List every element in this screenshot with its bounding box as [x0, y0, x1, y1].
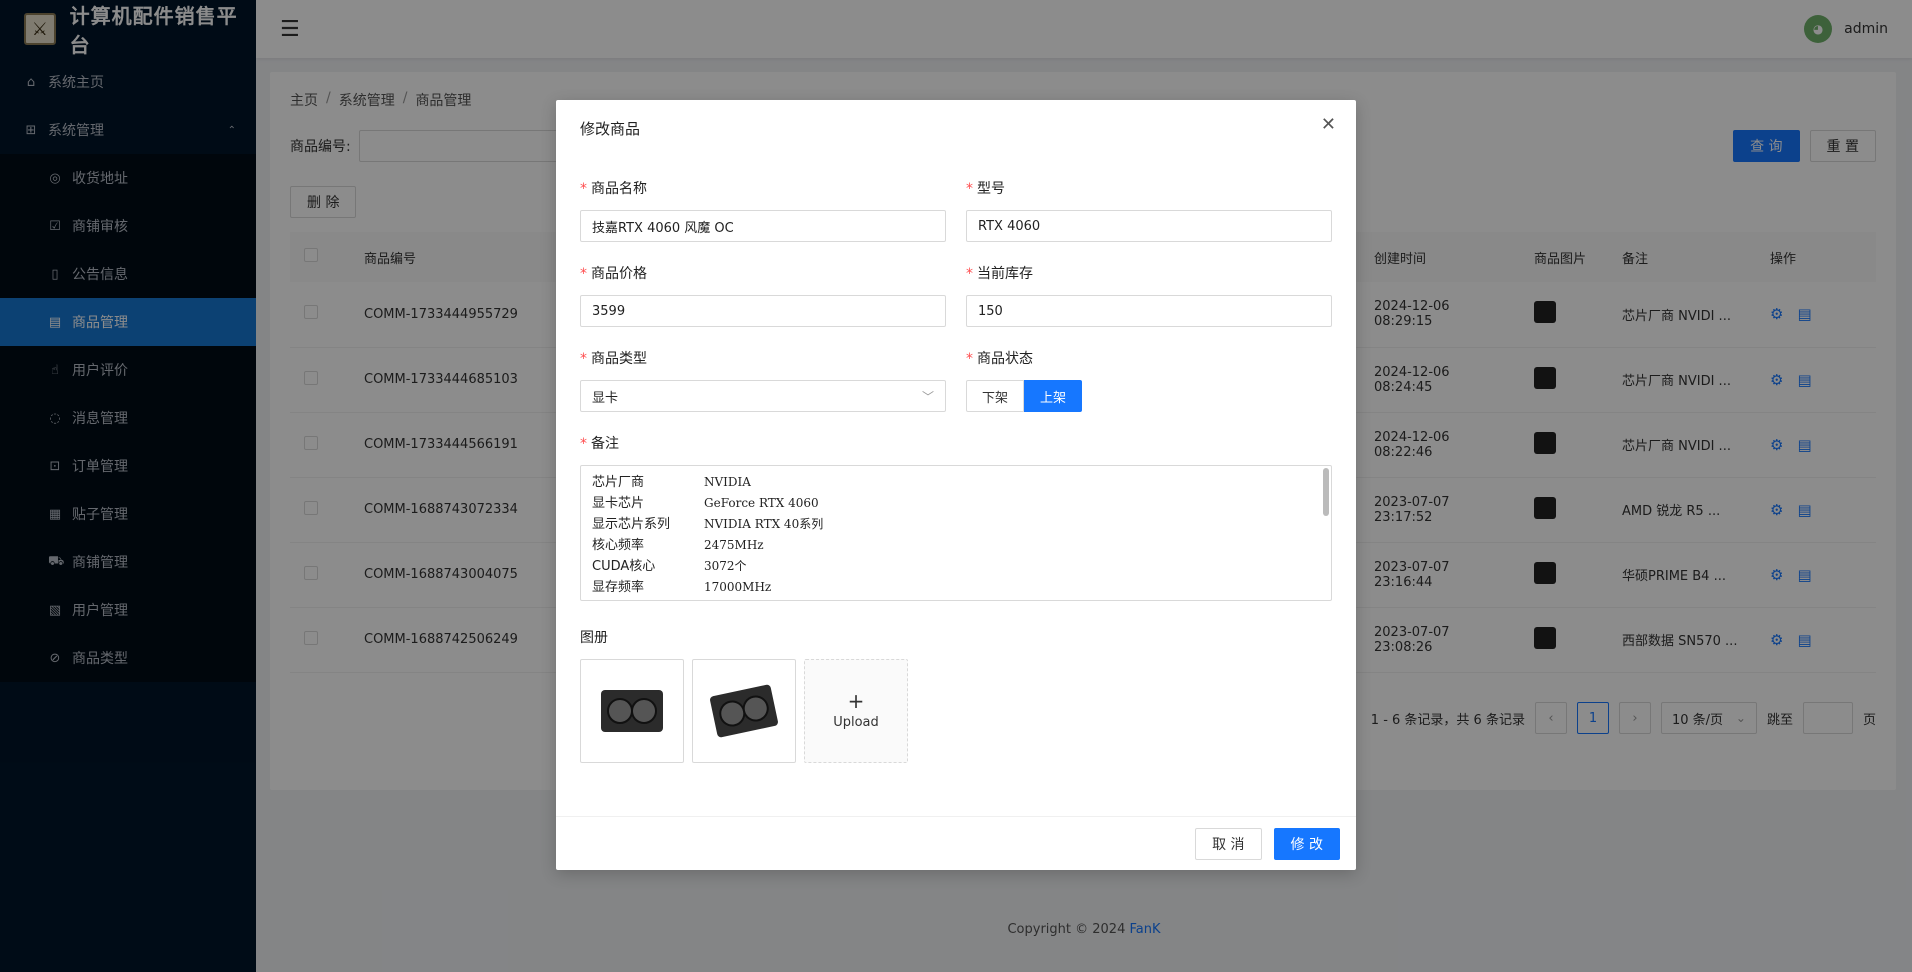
remark-key: 显示芯片系列 — [592, 517, 671, 532]
upload-button[interactable]: + Upload — [804, 659, 908, 763]
price-input[interactable]: 3599 — [580, 295, 946, 327]
remark-line: 芯片厂商 NVIDIA — [592, 472, 1320, 493]
remark-value: NVIDIA — [704, 475, 751, 489]
field-gallery: 图册 + Upload — [580, 627, 908, 763]
field-price: * 商品价格 3599 — [580, 263, 946, 327]
plus-icon: + — [847, 688, 865, 713]
remark-value: GeForce RTX 4060 — [704, 496, 819, 510]
field-type: * 商品类型 显卡 ﹀ — [580, 348, 946, 412]
remark-key: 显存频率 — [592, 580, 645, 595]
field-model: * 型号 RTX 4060 — [966, 178, 1332, 242]
type-value: 显卡 — [592, 390, 619, 406]
model-input[interactable]: RTX 4060 — [966, 210, 1332, 242]
name-input[interactable]: 技嘉RTX 4060 风魔 OC — [580, 210, 946, 242]
remark-label: 备注 — [591, 436, 619, 452]
remark-line: 显存频率 17000MHz — [592, 577, 1320, 598]
remark-line: CUDA核心 3072个 — [592, 556, 1320, 577]
status-radio-group: 下架 上架 — [966, 380, 1332, 412]
remark-value: 17000MHz — [704, 580, 772, 594]
remark-key: 显卡芯片 — [592, 496, 645, 511]
stock-label: 当前库存 — [977, 266, 1033, 282]
edit-product-modal: 修改商品 ✕ * 商品名称 技嘉RTX 4060 风魔 OC * 型号 RTX 40… — [556, 100, 1356, 870]
field-remark: * 备注 芯片厂商 NVIDIA 显卡芯片 GeForce RTX 4060 显示芯片系列… — [580, 433, 1332, 601]
stock-input[interactable]: 150 — [966, 295, 1332, 327]
cancel-button[interactable]: 取 消 — [1195, 827, 1262, 860]
remark-value: 3072个 — [704, 559, 747, 573]
model-label: 型号 — [977, 181, 1005, 197]
remark-key: 芯片厂商 — [592, 475, 645, 490]
gallery: + Upload — [580, 659, 908, 763]
price-label: 商品价格 — [591, 266, 647, 282]
gallery-label: 图册 — [580, 630, 608, 646]
gpu-image — [601, 690, 663, 732]
remark-line: 核心频率 2475MHz — [592, 535, 1320, 556]
remark-key: CUDA核心 — [592, 559, 656, 574]
remark-value: NVIDIA RTX 40系列 — [704, 517, 824, 531]
textarea-scrollbar[interactable] — [1323, 468, 1329, 516]
remark-value: 2475MHz — [704, 538, 764, 552]
modal-footer: 取 消 修 改 — [556, 816, 1356, 870]
modal-title: 修改商品 — [580, 120, 641, 138]
chevron-down-icon: ﹀ — [921, 389, 934, 404]
name-label: 商品名称 — [591, 181, 647, 197]
remark-textarea[interactable]: 芯片厂商 NVIDIA 显卡芯片 GeForce RTX 4060 显示芯片系列 NVID… — [580, 465, 1332, 601]
type-select[interactable]: 显卡 ﹀ — [580, 380, 946, 412]
field-stock: * 当前库存 150 — [966, 263, 1332, 327]
type-label: 商品类型 — [591, 351, 647, 367]
remark-line: 显示芯片系列 NVIDIA RTX 40系列 — [592, 514, 1320, 535]
remark-line: 显卡芯片 GeForce RTX 4060 — [592, 493, 1320, 514]
remark-key: 核心频率 — [592, 538, 645, 553]
close-icon[interactable]: ✕ — [1321, 114, 1336, 135]
status-on-radio[interactable]: 上架 — [1024, 380, 1083, 412]
gallery-image-2[interactable] — [692, 659, 796, 763]
status-label: 商品状态 — [977, 351, 1033, 367]
field-name: * 商品名称 技嘉RTX 4060 风魔 OC — [580, 178, 946, 242]
gpu-image — [709, 684, 779, 738]
upload-label: Upload — [833, 714, 879, 730]
status-off-radio[interactable]: 下架 — [966, 380, 1025, 412]
gallery-image-1[interactable] — [580, 659, 684, 763]
field-status: * 商品状态 下架 上架 — [966, 348, 1332, 412]
submit-button[interactable]: 修 改 — [1273, 827, 1340, 860]
